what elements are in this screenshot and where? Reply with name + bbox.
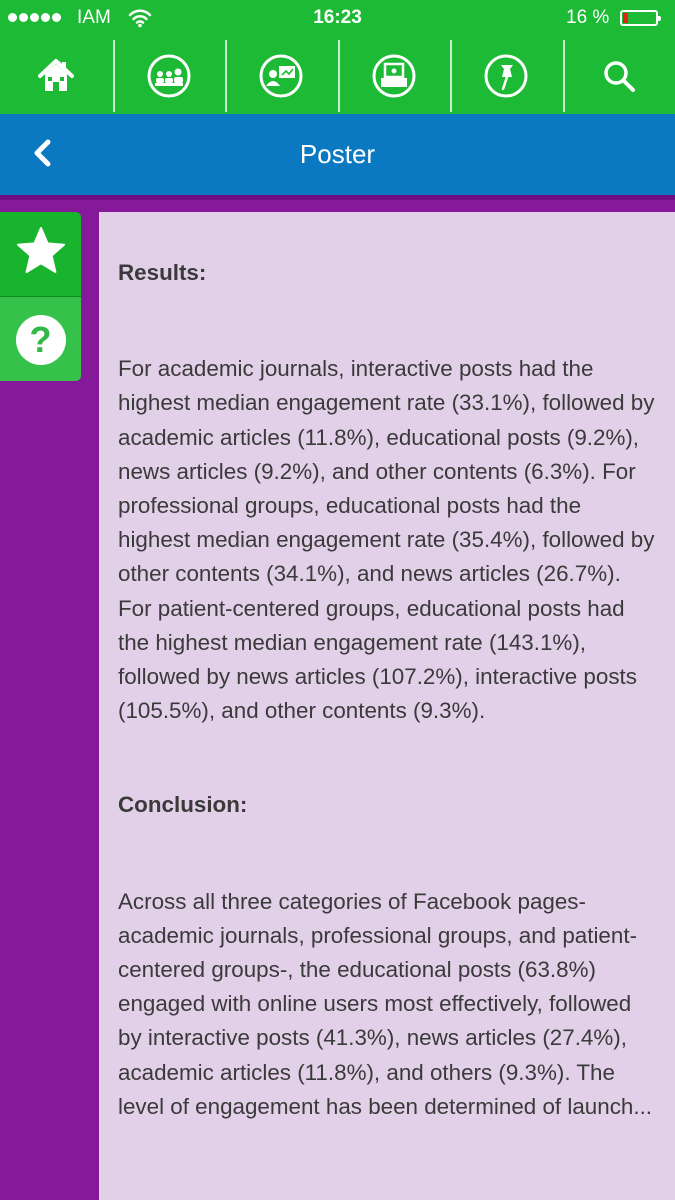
search-icon	[601, 58, 637, 94]
main-nav	[0, 38, 675, 114]
nav-search-button[interactable]	[562, 38, 675, 114]
nav-home-button[interactable]	[0, 38, 113, 114]
audience-icon	[146, 53, 192, 99]
battery-level-fill	[623, 13, 628, 23]
conclusion-text: Across all three categories of Facebook …	[118, 888, 653, 1119]
nav-attendees-button[interactable]	[112, 38, 226, 114]
nav-presenter-button[interactable]	[225, 38, 338, 114]
nav-booth-button[interactable]	[337, 38, 451, 114]
conclusion-heading: Conclusion:	[118, 792, 248, 818]
page-title: Poster	[299, 139, 376, 169]
help-icon: ?	[15, 314, 66, 365]
battery-percent: 16 %	[566, 7, 610, 28]
battery-icon	[620, 10, 661, 26]
star-icon	[14, 225, 68, 284]
side-actions: ?	[0, 212, 81, 381]
help-button[interactable]: ?	[0, 297, 81, 381]
results-heading: Results:	[118, 260, 207, 285]
results-text: For academic journals, interactive posts…	[118, 356, 655, 724]
booth-icon	[371, 53, 417, 99]
nav-pin-button[interactable]	[450, 38, 563, 114]
home-icon	[36, 56, 76, 96]
presentation-icon	[258, 53, 304, 99]
divider	[0, 195, 675, 200]
poster-content: Results: For academic journals, interact…	[99, 212, 675, 1200]
status-bar: IAM 16:23 16 %	[0, 0, 675, 38]
favorite-button[interactable]	[0, 212, 81, 297]
pushpin-icon	[483, 53, 529, 99]
top-toolbar: IAM 16:23 16 %	[0, 0, 675, 114]
title-bar: Poster	[0, 114, 675, 195]
